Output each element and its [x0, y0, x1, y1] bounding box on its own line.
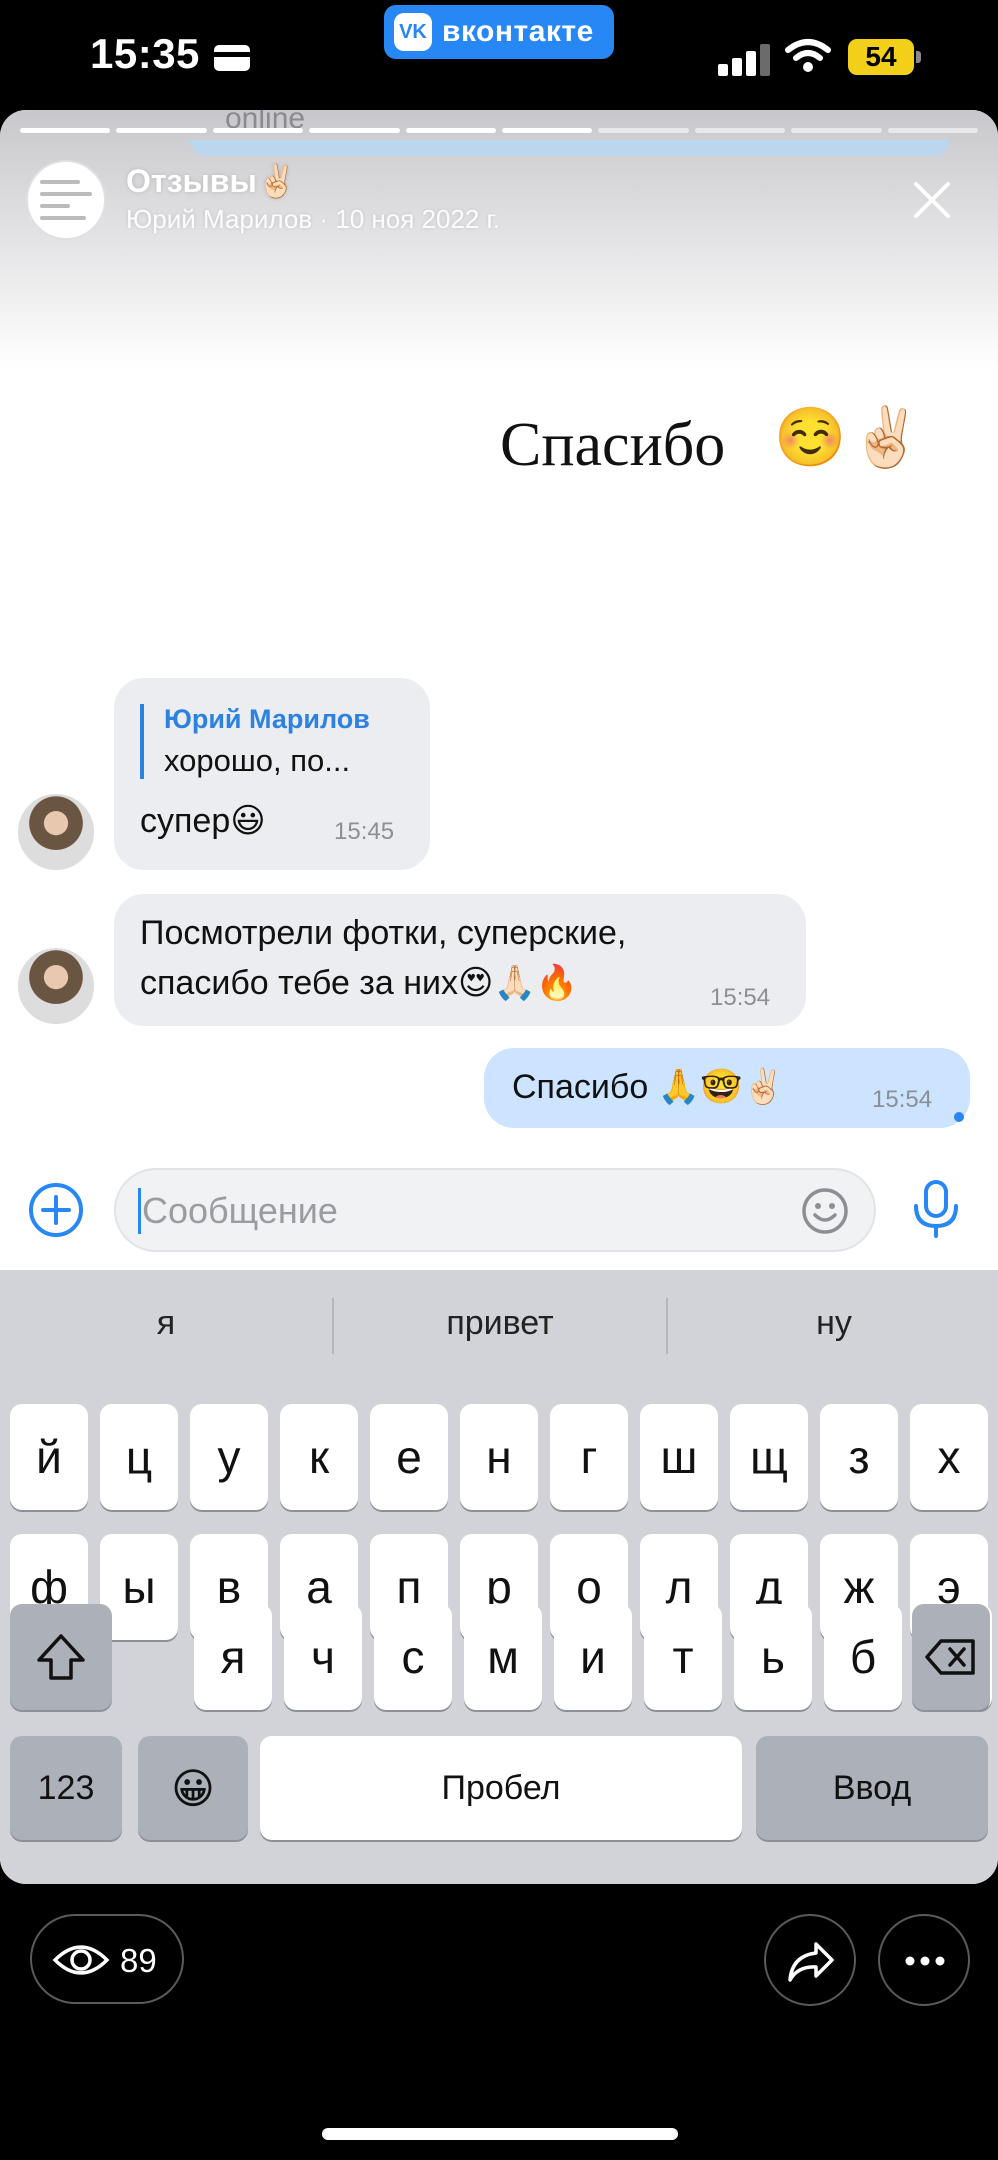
message-bubble-in[interactable]: Юрий Марилов хорошо, по... супер😃 15:45	[114, 678, 430, 870]
text-caret	[138, 1188, 141, 1234]
views-button[interactable]: 89	[30, 1914, 184, 2004]
letter-key[interactable]: с	[374, 1604, 452, 1710]
story-card[interactable]: online Отзывы✌🏻 Юрий Марилов · 10 ноя 20…	[0, 110, 998, 1884]
message-time: 15:54	[710, 984, 771, 1011]
shift-icon	[37, 1634, 85, 1680]
backspace-key[interactable]	[912, 1604, 990, 1710]
microphone-icon[interactable]	[908, 1178, 964, 1240]
story-big-text: Спасибо	[500, 411, 726, 479]
sender-avatar[interactable]	[18, 948, 94, 1024]
message-input[interactable]: Сообщение	[114, 1168, 876, 1252]
return-key[interactable]: Ввод	[756, 1736, 988, 1840]
wifi-icon	[785, 39, 831, 72]
more-dots-icon	[905, 1956, 945, 1966]
letter-key[interactable]: г	[550, 1404, 628, 1510]
suggestion-2[interactable]: привет	[334, 1270, 666, 1376]
story-avatar[interactable]	[26, 160, 106, 240]
reply-quote[interactable]: Юрий Марилов хорошо, по...	[140, 704, 370, 779]
message-text: Спасибо 🙏🤓✌🏻	[512, 1068, 785, 1106]
letter-key[interactable]: к	[280, 1404, 358, 1510]
progress-segment	[502, 128, 593, 133]
suggestion-1[interactable]: я	[0, 1270, 332, 1376]
message-time: 15:54	[872, 1086, 933, 1113]
numbers-key[interactable]: 123	[10, 1736, 122, 1840]
letter-key[interactable]: н	[460, 1404, 538, 1510]
views-count: 89	[120, 1942, 157, 1979]
more-button[interactable]	[878, 1914, 970, 2006]
letter-key[interactable]: ь	[734, 1604, 812, 1710]
progress-segment	[212, 128, 304, 133]
emoji-smile-icon[interactable]	[800, 1186, 850, 1236]
status-time: 15:35	[90, 30, 200, 77]
vk-logo-icon: VK	[394, 13, 432, 51]
letter-key[interactable]: т	[644, 1604, 722, 1710]
sender-avatar[interactable]	[18, 794, 94, 870]
message-text: супер😃	[140, 802, 266, 840]
emoji-key[interactable]: 😀	[138, 1736, 248, 1840]
prev-bubble-edge	[190, 140, 950, 156]
share-button[interactable]	[764, 1914, 856, 2006]
space-key[interactable]: Пробел	[260, 1736, 742, 1840]
letter-key[interactable]: ц	[100, 1404, 178, 1510]
attach-plus-icon[interactable]	[28, 1182, 84, 1238]
message-text-line1: Посмотрели фотки, суперские,	[140, 914, 627, 952]
reply-text: хорошо, по...	[164, 743, 351, 778]
vk-app-badge[interactable]: VK вконтакте	[384, 5, 614, 59]
battery-icon: 54	[848, 39, 914, 75]
vk-app-name: вконтакте	[442, 15, 594, 48]
progress-segment	[20, 128, 111, 133]
message-bubble-in[interactable]: Посмотрели фотки, суперские, спасибо теб…	[114, 894, 806, 1026]
letter-key[interactable]: я	[194, 1604, 272, 1710]
unread-dot	[954, 1112, 964, 1122]
letter-key[interactable]: з	[820, 1404, 898, 1510]
progress-segment	[887, 128, 979, 133]
reply-author: Юрий Марилов	[164, 704, 370, 734]
story-big-emoji: ☺️✌🏻	[774, 405, 927, 470]
letter-key[interactable]: е	[370, 1404, 448, 1510]
progress-segment	[405, 128, 497, 133]
message-text-line2: спасибо тебе за них😍🙏🏻🔥	[140, 964, 579, 1002]
share-icon	[788, 1942, 834, 1982]
eye-icon	[52, 1945, 110, 1975]
home-indicator	[322, 2128, 678, 2140]
shift-key[interactable]	[10, 1604, 112, 1710]
story-progress	[20, 128, 979, 134]
letter-key[interactable]: и	[554, 1604, 632, 1710]
progress-segment	[694, 128, 786, 133]
message-bubble-out[interactable]: Спасибо 🙏🤓✌🏻 15:54	[484, 1048, 970, 1128]
letter-key[interactable]: м	[464, 1604, 542, 1710]
story-title[interactable]: Отзывы✌🏻	[126, 162, 297, 200]
close-icon[interactable]	[908, 176, 956, 224]
message-input-placeholder: Сообщение	[142, 1190, 338, 1231]
message-time: 15:45	[334, 818, 395, 845]
card-icon	[214, 45, 250, 71]
progress-segment	[791, 128, 882, 133]
letter-key[interactable]: х	[910, 1404, 988, 1510]
progress-segment	[116, 128, 207, 133]
progress-segment	[598, 128, 689, 133]
screenshot-top-remnant: online	[180, 110, 960, 160]
progress-segment	[309, 128, 400, 133]
letter-key[interactable]: ч	[284, 1604, 362, 1710]
backspace-icon	[925, 1639, 975, 1675]
story-subtitle: Юрий Марилов · 10 ноя 2022 г.	[126, 204, 501, 234]
letter-key[interactable]: й	[10, 1404, 88, 1510]
letter-key[interactable]: щ	[730, 1404, 808, 1510]
letter-key[interactable]: ш	[640, 1404, 718, 1510]
suggestion-3[interactable]: ну	[668, 1270, 998, 1376]
keyboard[interactable]: я привет ну йцукенгшщзхфывапролджэячсмит…	[0, 1270, 998, 1884]
battery-tip	[916, 51, 921, 63]
signal-icon	[718, 44, 774, 76]
letter-key[interactable]: б	[824, 1604, 902, 1710]
letter-key[interactable]: у	[190, 1404, 268, 1510]
